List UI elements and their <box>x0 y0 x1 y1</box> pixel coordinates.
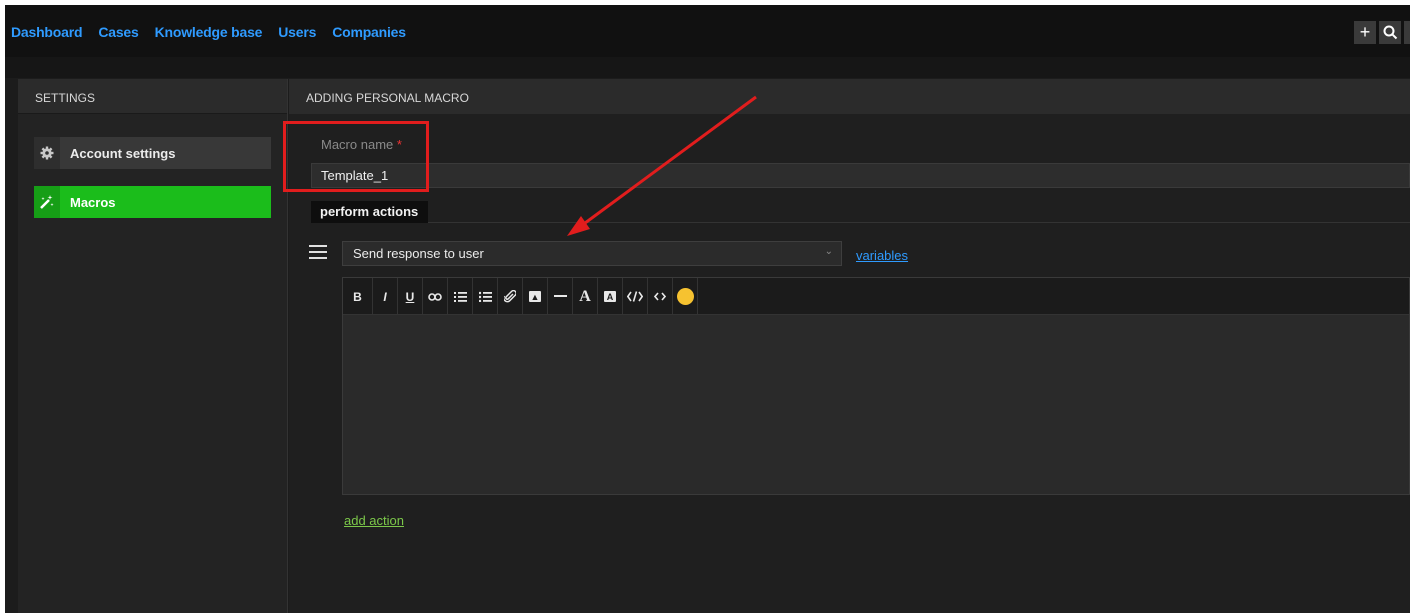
highlight-button[interactable]: A <box>598 278 623 315</box>
panel-heading: ADDING PERSONAL MACRO <box>289 79 1410 114</box>
tab-perform-actions[interactable]: perform actions <box>311 201 429 223</box>
top-actions: + <box>1354 21 1410 44</box>
response-editor: B I U ▲ A A <box>342 277 1410 495</box>
top-navigation-bar: Dashboard Cases Knowledge base Users Com… <box>5 5 1410 57</box>
magic-wand-icon <box>34 186 60 218</box>
sidebar-heading: SETTINGS <box>18 79 287 114</box>
search-icon <box>1383 25 1397 40</box>
chevron-down-icon: ⌄ <box>824 246 833 257</box>
nav-users[interactable]: Users <box>278 24 316 40</box>
action-type-select[interactable]: Send response to user ⌄ <box>342 241 842 266</box>
nav-knowledge-base[interactable]: Knowledge base <box>155 24 263 40</box>
italic-button[interactable]: I <box>373 278 398 315</box>
sub-bar <box>5 57 1410 78</box>
code-block-button[interactable] <box>623 278 648 315</box>
code-inline-button[interactable] <box>648 278 673 315</box>
annotation-highlight-box <box>283 121 429 192</box>
sidebar-item-label: Macros <box>70 194 116 210</box>
nav-companies[interactable]: Companies <box>332 24 406 40</box>
editor-toolbar: B I U ▲ A A <box>343 278 1409 315</box>
app-window: Dashboard Cases Knowledge base Users Com… <box>5 5 1410 613</box>
code-block-icon <box>627 291 643 302</box>
ordered-list-button[interactable] <box>448 278 473 315</box>
unordered-list-button[interactable] <box>473 278 498 315</box>
horizontal-rule-icon <box>553 295 567 297</box>
sidebar-item-label: Account settings <box>70 145 176 161</box>
add-action-link[interactable]: add action <box>344 513 404 528</box>
code-inline-icon <box>654 292 666 301</box>
macro-name-input[interactable]: Template_1 <box>311 163 1410 188</box>
perform-actions-bar: perform actions <box>311 199 1410 223</box>
plus-icon: + <box>1359 22 1371 42</box>
drag-handle-icon[interactable] <box>309 245 327 259</box>
emoji-icon <box>676 288 694 305</box>
image-icon: ▲ <box>529 291 541 302</box>
add-button[interactable]: + <box>1354 21 1376 44</box>
highlight-icon: A <box>604 291 616 302</box>
attach-icon <box>504 290 516 303</box>
font-color-button[interactable]: A <box>573 278 598 315</box>
image-button[interactable]: ▲ <box>523 278 548 315</box>
link-icon <box>428 292 442 301</box>
variables-link[interactable]: variables <box>856 248 908 263</box>
ordered-list-icon <box>453 292 467 302</box>
horizontal-rule-button[interactable] <box>548 278 573 315</box>
nav-dashboard[interactable]: Dashboard <box>11 24 83 40</box>
macro-editor-panel: ADDING PERSONAL MACRO Macro name * Templ… <box>283 79 1410 613</box>
link-button[interactable] <box>423 278 448 315</box>
attach-button[interactable] <box>498 278 523 315</box>
search-button[interactable] <box>1379 21 1401 44</box>
gear-icon <box>34 137 60 169</box>
settings-sidebar: SETTINGS Account settings Macros <box>18 79 288 613</box>
emoji-button[interactable] <box>673 278 698 315</box>
editor-content-area[interactable] <box>343 315 1409 495</box>
sidebar-item-macros[interactable]: Macros <box>34 186 271 218</box>
underline-button[interactable]: U <box>398 278 423 315</box>
action-select-value: Send response to user <box>353 246 484 261</box>
main-nav: Dashboard Cases Knowledge base Users Com… <box>11 24 422 40</box>
bold-button[interactable]: B <box>343 278 373 315</box>
sidebar-item-account-settings[interactable]: Account settings <box>34 137 271 169</box>
unordered-list-icon <box>478 291 492 302</box>
nav-cases[interactable]: Cases <box>98 24 138 40</box>
more-button[interactable] <box>1404 21 1410 44</box>
